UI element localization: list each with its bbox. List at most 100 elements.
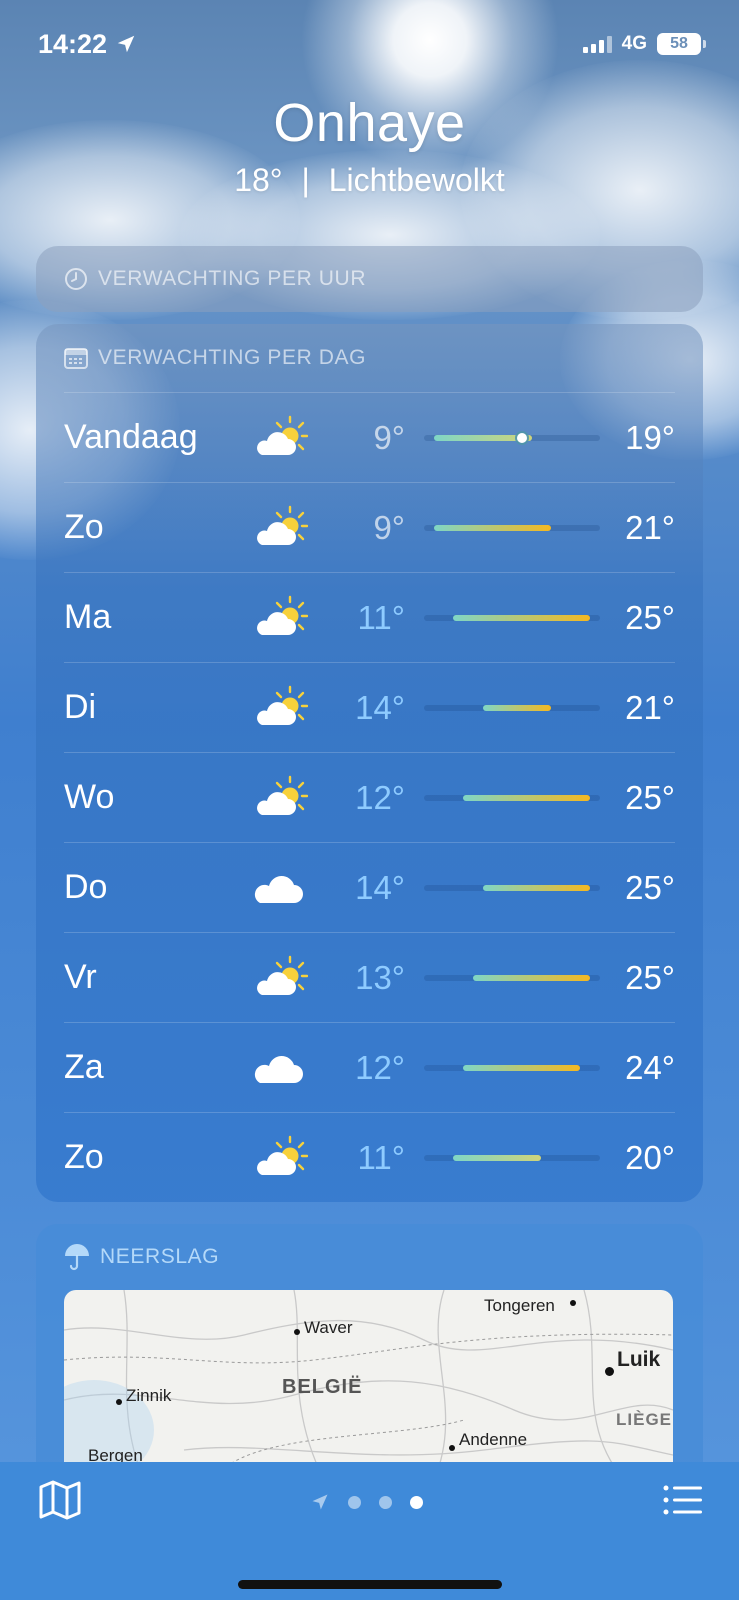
daily-forecast-title: VERWACHTING PER DAG bbox=[98, 346, 367, 369]
partly-sunny-icon bbox=[252, 1135, 309, 1181]
battery-icon: 58 bbox=[657, 33, 706, 55]
forecast-day: Vr bbox=[64, 958, 97, 996]
clock-icon bbox=[65, 268, 87, 290]
forecast-day: Zo bbox=[64, 1138, 104, 1176]
forecast-low: 9° bbox=[373, 508, 405, 546]
temperature-range-fill bbox=[453, 615, 591, 621]
forecast-day: Di bbox=[64, 688, 97, 726]
daily-forecast-list: Vandaag 9° 19° Zo 9° 21° Ma 11° 25° Di 14° 21° Wo 12°… bbox=[36, 392, 703, 1202]
forecast-row[interactable]: Za 12° 24° bbox=[64, 1022, 675, 1112]
partly-sunny-icon bbox=[252, 955, 309, 1001]
forecast-high: 25° bbox=[625, 958, 675, 996]
temperature-range-fill bbox=[472, 975, 591, 981]
condition-text: Lichtbewolkt bbox=[328, 162, 505, 198]
temperature-range-fill bbox=[463, 1065, 581, 1071]
precipitation-map[interactable]: Waver Tongeren Luik BELGIË Zinnik LIÈGE … bbox=[64, 1290, 673, 1480]
cellular-signal-icon bbox=[582, 35, 612, 53]
forecast-low: 13° bbox=[355, 958, 405, 996]
conditions-separator: | bbox=[301, 162, 310, 198]
forecast-day: Za bbox=[64, 1048, 104, 1086]
daily-forecast-card[interactable]: VERWACHTING PER DAG Vandaag 9° 19° Zo 9° 21° M… bbox=[36, 324, 703, 1202]
location-header: Onhaye 18° | Lichtbewolkt bbox=[0, 92, 739, 199]
map-label-zinnik: Zinnik bbox=[126, 1386, 172, 1405]
forecast-low: 14° bbox=[355, 688, 405, 726]
temperature-range-bar bbox=[424, 975, 600, 981]
partly-sunny-icon bbox=[252, 595, 309, 641]
forecast-row[interactable]: Vr 13° 25° bbox=[64, 932, 675, 1022]
partly-sunny-icon bbox=[252, 685, 309, 731]
forecast-day: Do bbox=[64, 868, 108, 906]
current-temp-dot bbox=[516, 433, 527, 443]
temperature-range-fill bbox=[482, 705, 552, 711]
temperature-range-fill bbox=[433, 525, 552, 531]
forecast-row[interactable]: Ma 11° 25° bbox=[64, 572, 675, 662]
temperature-range-bar bbox=[424, 705, 600, 711]
partly-sunny-icon bbox=[252, 775, 309, 821]
forecast-high: 21° bbox=[625, 688, 675, 726]
forecast-low: 9° bbox=[373, 418, 405, 456]
page-dot bbox=[379, 1495, 392, 1509]
forecast-low: 11° bbox=[357, 598, 405, 636]
precipitation-header: NEERSLAG bbox=[36, 1224, 703, 1290]
page-indicator[interactable] bbox=[310, 1492, 423, 1512]
temperature-range-bar bbox=[424, 615, 600, 621]
hourly-forecast-card[interactable]: VERWACHTING PER UUR bbox=[36, 246, 703, 312]
hourly-forecast-header: VERWACHTING PER UUR bbox=[36, 246, 703, 312]
forecast-high: 20° bbox=[625, 1138, 675, 1176]
map-icon[interactable] bbox=[38, 1480, 82, 1520]
forecast-low: 14° bbox=[355, 868, 405, 906]
temperature-range-fill bbox=[453, 1155, 542, 1161]
current-conditions: 18° | Lichtbewolkt bbox=[0, 162, 739, 199]
temperature-range-fill bbox=[482, 885, 591, 891]
list-icon[interactable] bbox=[663, 1484, 703, 1516]
temperature-range-fill bbox=[463, 795, 591, 801]
network-type: 4G bbox=[621, 33, 647, 54]
map-label-luik: Luik bbox=[617, 1348, 661, 1371]
precipitation-card[interactable]: NEERSLAG Waver Tongeren Luik BELGIË Zinn… bbox=[36, 1224, 703, 1484]
forecast-low: 11° bbox=[357, 1138, 405, 1176]
forecast-day: Ma bbox=[64, 598, 112, 636]
map-label-waver: Waver bbox=[304, 1318, 353, 1337]
current-location-arrow-icon bbox=[312, 1494, 328, 1510]
status-right: 4G 58 bbox=[582, 33, 706, 55]
forecast-low: 12° bbox=[355, 778, 405, 816]
partly-sunny-icon bbox=[252, 415, 309, 461]
forecast-row[interactable]: Di 14° 21° bbox=[64, 662, 675, 752]
city-name: Onhaye bbox=[273, 93, 466, 153]
daily-forecast-header: VERWACHTING PER DAG bbox=[36, 324, 703, 392]
map-label-liege: LIÈGE bbox=[616, 1410, 673, 1429]
umbrella-icon bbox=[65, 1244, 89, 1271]
partly-sunny-icon bbox=[252, 505, 309, 551]
page-dot bbox=[348, 1495, 361, 1509]
hourly-forecast-title: VERWACHTING PER UUR bbox=[98, 267, 367, 290]
bottom-toolbar bbox=[0, 1462, 739, 1600]
forecast-high: 25° bbox=[625, 778, 675, 816]
forecast-high: 21° bbox=[625, 508, 675, 546]
temperature-range-bar bbox=[424, 885, 600, 891]
map-label-andenne: Andenne bbox=[459, 1430, 528, 1449]
forecast-day: Vandaag bbox=[64, 418, 198, 456]
temperature-range-bar bbox=[424, 1155, 600, 1161]
map-label-belgie: BELGIË bbox=[282, 1376, 363, 1398]
current-temperature: 18° bbox=[234, 162, 283, 198]
forecast-day: Zo bbox=[64, 508, 104, 546]
forecast-row[interactable]: Vandaag 9° 19° bbox=[64, 392, 675, 482]
home-indicator[interactable] bbox=[238, 1580, 502, 1589]
cloud-icon bbox=[252, 865, 308, 911]
precipitation-title: NEERSLAG bbox=[100, 1245, 220, 1268]
forecast-row[interactable]: Zo 9° 21° bbox=[64, 482, 675, 572]
map-label-tongeren: Tongeren bbox=[484, 1296, 555, 1315]
location-arrow-icon bbox=[117, 35, 135, 53]
forecast-high: 25° bbox=[625, 868, 675, 906]
forecast-row[interactable]: Wo 12° 25° bbox=[64, 752, 675, 842]
forecast-row[interactable]: Do 14° 25° bbox=[64, 842, 675, 932]
status-bar: 14:22 4G 58 bbox=[38, 26, 706, 62]
page-dot-active bbox=[410, 1495, 423, 1509]
forecast-row[interactable]: Zo 11° 20° bbox=[64, 1112, 675, 1202]
temperature-range-bar bbox=[424, 525, 600, 531]
calendar-icon bbox=[64, 348, 88, 369]
forecast-low: 12° bbox=[355, 1048, 405, 1086]
temperature-range-bar bbox=[424, 433, 600, 443]
map-roads bbox=[64, 1290, 673, 1480]
cloud-icon bbox=[252, 1045, 308, 1091]
